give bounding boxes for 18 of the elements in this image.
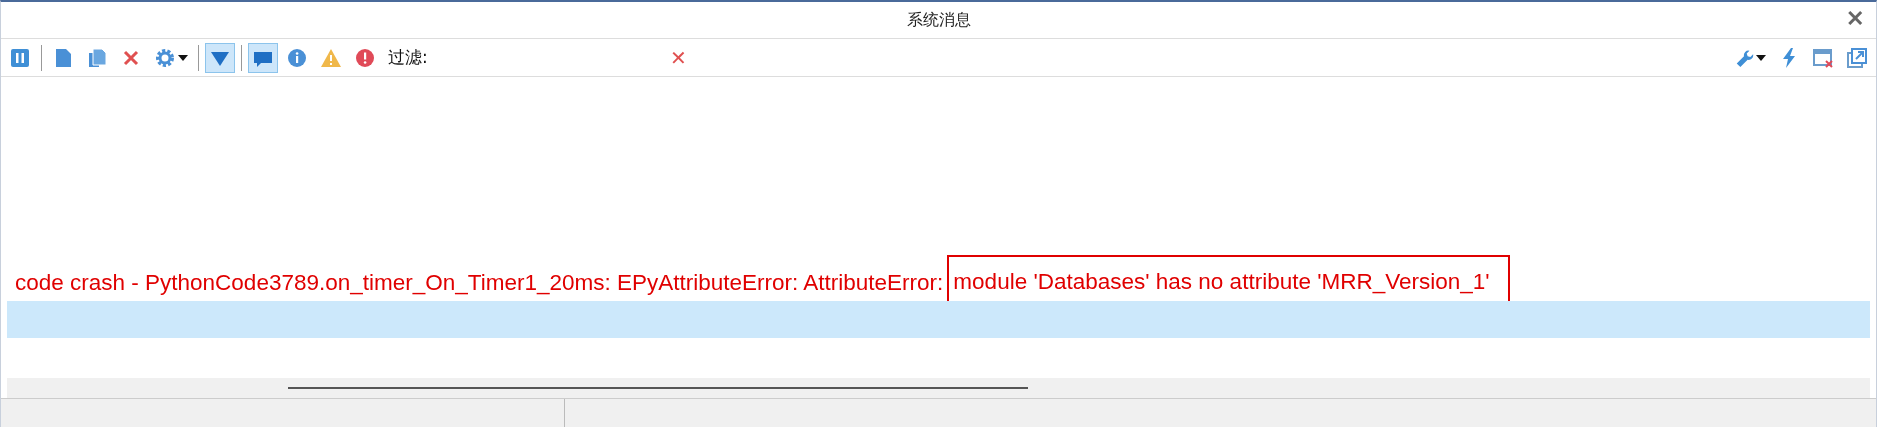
message-button[interactable] [248, 42, 278, 73]
gear-icon [154, 46, 176, 69]
window-close-icon [1812, 46, 1834, 69]
info-icon [286, 46, 308, 69]
clear-filter-button[interactable]: ✕ [665, 45, 691, 70]
popout-icon [1846, 46, 1868, 69]
scrollbar-thumb[interactable] [288, 387, 1028, 389]
caret-icon [178, 54, 188, 61]
pause-icon [9, 46, 31, 69]
error-icon [354, 46, 376, 69]
message-text: code crash - PythonCode3789.on_timer_On_Timer1_20ms: EPyAttributeError: AttributeError: [15, 269, 944, 296]
close-button[interactable]: ✕ [1842, 6, 1868, 32]
filter-button[interactable] [205, 42, 235, 73]
caret-icon [1756, 54, 1766, 61]
filter-label: 过滤: [388, 46, 428, 69]
copy-icon [86, 46, 108, 69]
window-title: 系统消息 [906, 9, 971, 31]
horizontal-scrollbar[interactable] [7, 378, 1870, 398]
